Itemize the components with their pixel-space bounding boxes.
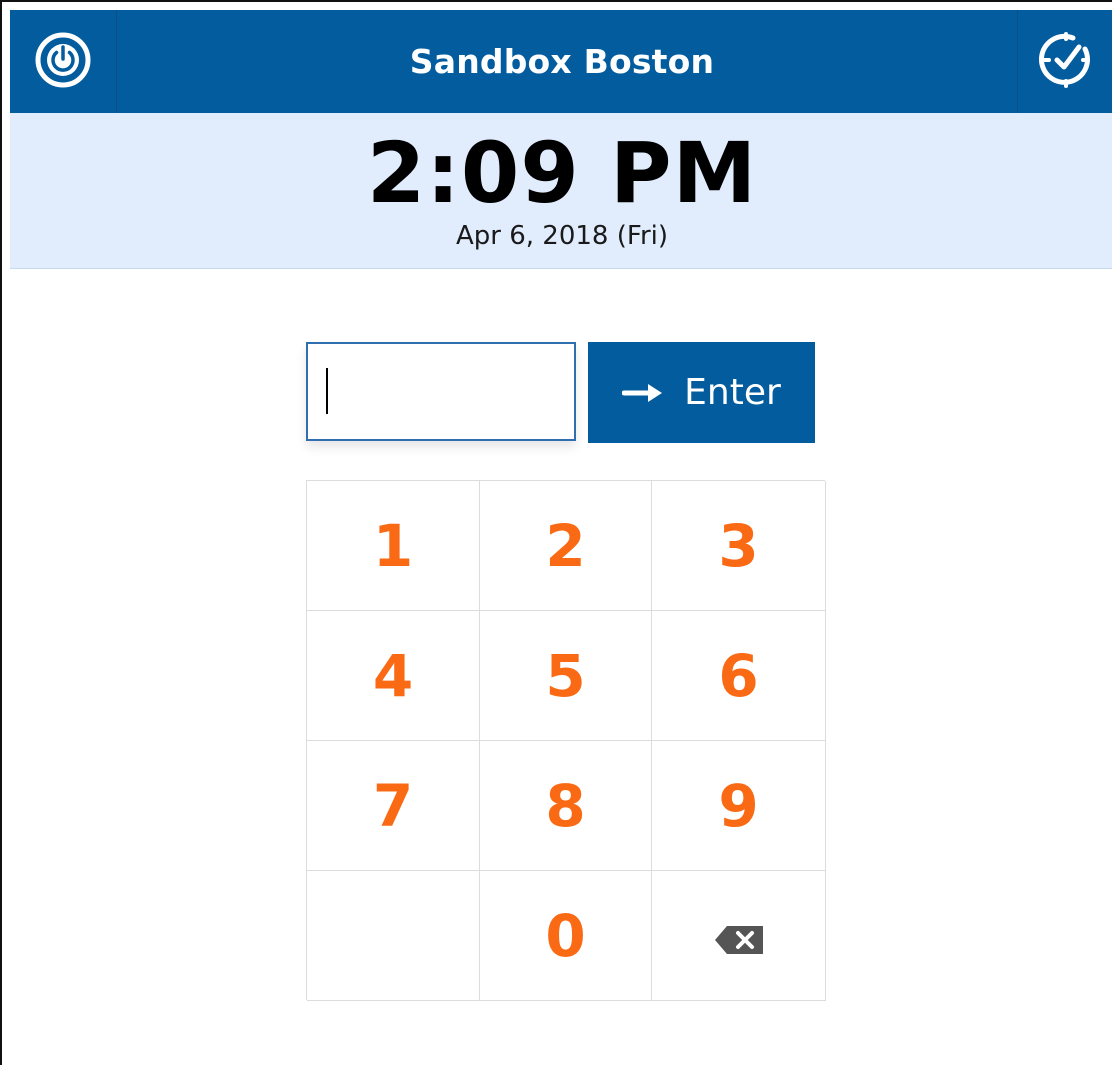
time-banner: 2:09 PM Apr 6, 2018 (Fri)	[10, 113, 1112, 269]
key-5[interactable]: 5	[480, 611, 652, 741]
key-8[interactable]: 8	[480, 741, 652, 871]
arrow-right-icon	[622, 382, 664, 404]
key-9[interactable]: 9	[652, 741, 826, 871]
power-button[interactable]	[10, 10, 117, 113]
backspace-icon	[713, 902, 765, 970]
key-2[interactable]: 2	[480, 481, 652, 611]
numeric-keypad: 1 2 3 4 5 6 7 8 9 0	[306, 480, 826, 1001]
current-date: Apr 6, 2018 (Fri)	[455, 221, 668, 251]
current-time: 2:09 PM	[366, 124, 758, 222]
enter-button-label: Enter	[684, 372, 781, 413]
location-title: Sandbox Boston	[409, 42, 715, 81]
key-0[interactable]: 0	[480, 871, 652, 1001]
enter-button[interactable]: Enter	[588, 342, 815, 443]
header-bar: Sandbox Boston	[10, 10, 1112, 113]
power-icon	[34, 31, 92, 93]
backspace-key[interactable]	[652, 871, 826, 1001]
key-1[interactable]: 1	[307, 481, 480, 611]
key-blank	[307, 871, 480, 1001]
key-7[interactable]: 7	[307, 741, 480, 871]
clock-check-icon	[1037, 31, 1095, 93]
key-6[interactable]: 6	[652, 611, 826, 741]
pin-input[interactable]	[306, 342, 576, 441]
key-3[interactable]: 3	[652, 481, 826, 611]
text-caret	[326, 368, 328, 414]
app-window: Sandbox Boston 2:09 PM Apr 6, 2018 (Fri)	[0, 0, 1112, 1065]
clock-check-button[interactable]	[1017, 10, 1112, 113]
key-4[interactable]: 4	[307, 611, 480, 741]
